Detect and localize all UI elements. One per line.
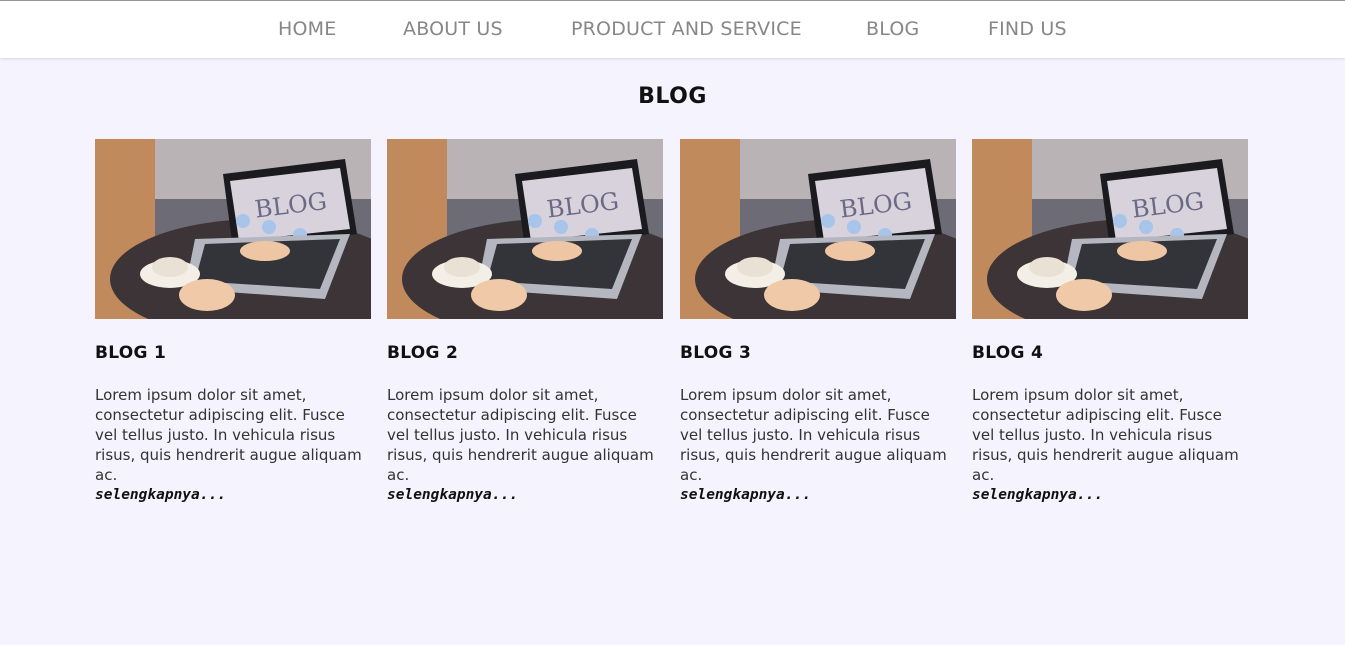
- blog-body: Lorem ipsum dolor sit amet, consectetur …: [387, 386, 654, 484]
- nav-product-and-service[interactable]: PRODUCT AND SERVICE: [571, 18, 802, 40]
- laptop-photo-illustration: BLOG: [680, 139, 956, 319]
- read-more-link[interactable]: selengkapnya...: [95, 485, 371, 505]
- blog-body: Lorem ipsum dolor sit amet, consectetur …: [972, 386, 1239, 484]
- nav-home[interactable]: HOME: [278, 18, 336, 40]
- laptop-photo-illustration: BLOG: [972, 139, 1248, 319]
- main-nav: HOME ABOUT US PRODUCT AND SERVICE BLOG F…: [0, 1, 1345, 58]
- blog-body: Lorem ipsum dolor sit amet, consectetur …: [680, 386, 947, 484]
- blog-excerpt: Lorem ipsum dolor sit amet, consectetur …: [95, 385, 371, 505]
- section-title: BLOG: [638, 84, 707, 109]
- blog-thumbnail[interactable]: BLOG: [680, 139, 956, 319]
- blog-excerpt: Lorem ipsum dolor sit amet, consectetur …: [972, 385, 1248, 505]
- blog-thumbnail[interactable]: BLOG: [972, 139, 1248, 319]
- blog-thumbnail[interactable]: BLOG: [387, 139, 663, 319]
- blog-excerpt: Lorem ipsum dolor sit amet, consectetur …: [387, 385, 663, 505]
- blog-title: BLOG 2: [387, 343, 459, 363]
- blog-body: Lorem ipsum dolor sit amet, consectetur …: [95, 386, 362, 484]
- blog-title: BLOG 1: [95, 343, 167, 363]
- laptop-photo-illustration: BLOG: [387, 139, 663, 319]
- blog-card: BLOG BLOG 4 Lorem ipsum dolor sit amet, …: [972, 139, 1248, 505]
- blog-title: BLOG 4: [972, 343, 1044, 363]
- nav-find-us[interactable]: FIND US: [988, 18, 1067, 40]
- blog-excerpt: Lorem ipsum dolor sit amet, consectetur …: [680, 385, 956, 505]
- read-more-link[interactable]: selengkapnya...: [972, 485, 1248, 505]
- read-more-link[interactable]: selengkapnya...: [680, 485, 956, 505]
- blog-thumbnail[interactable]: BLOG: [95, 139, 371, 319]
- nav-about-us[interactable]: ABOUT US: [403, 18, 503, 40]
- blog-card: BLOG BLOG 1 Lorem ipsum dolor sit amet, …: [95, 139, 371, 505]
- nav-blog[interactable]: BLOG: [866, 18, 919, 40]
- read-more-link[interactable]: selengkapnya...: [387, 485, 663, 505]
- blog-card: BLOG BLOG 2 Lorem ipsum dolor sit amet, …: [387, 139, 663, 505]
- blog-card: BLOG BLOG 3 Lorem ipsum dolor sit amet, …: [680, 139, 956, 505]
- laptop-photo-illustration: BLOG: [95, 139, 371, 319]
- blog-title: BLOG 3: [680, 343, 752, 363]
